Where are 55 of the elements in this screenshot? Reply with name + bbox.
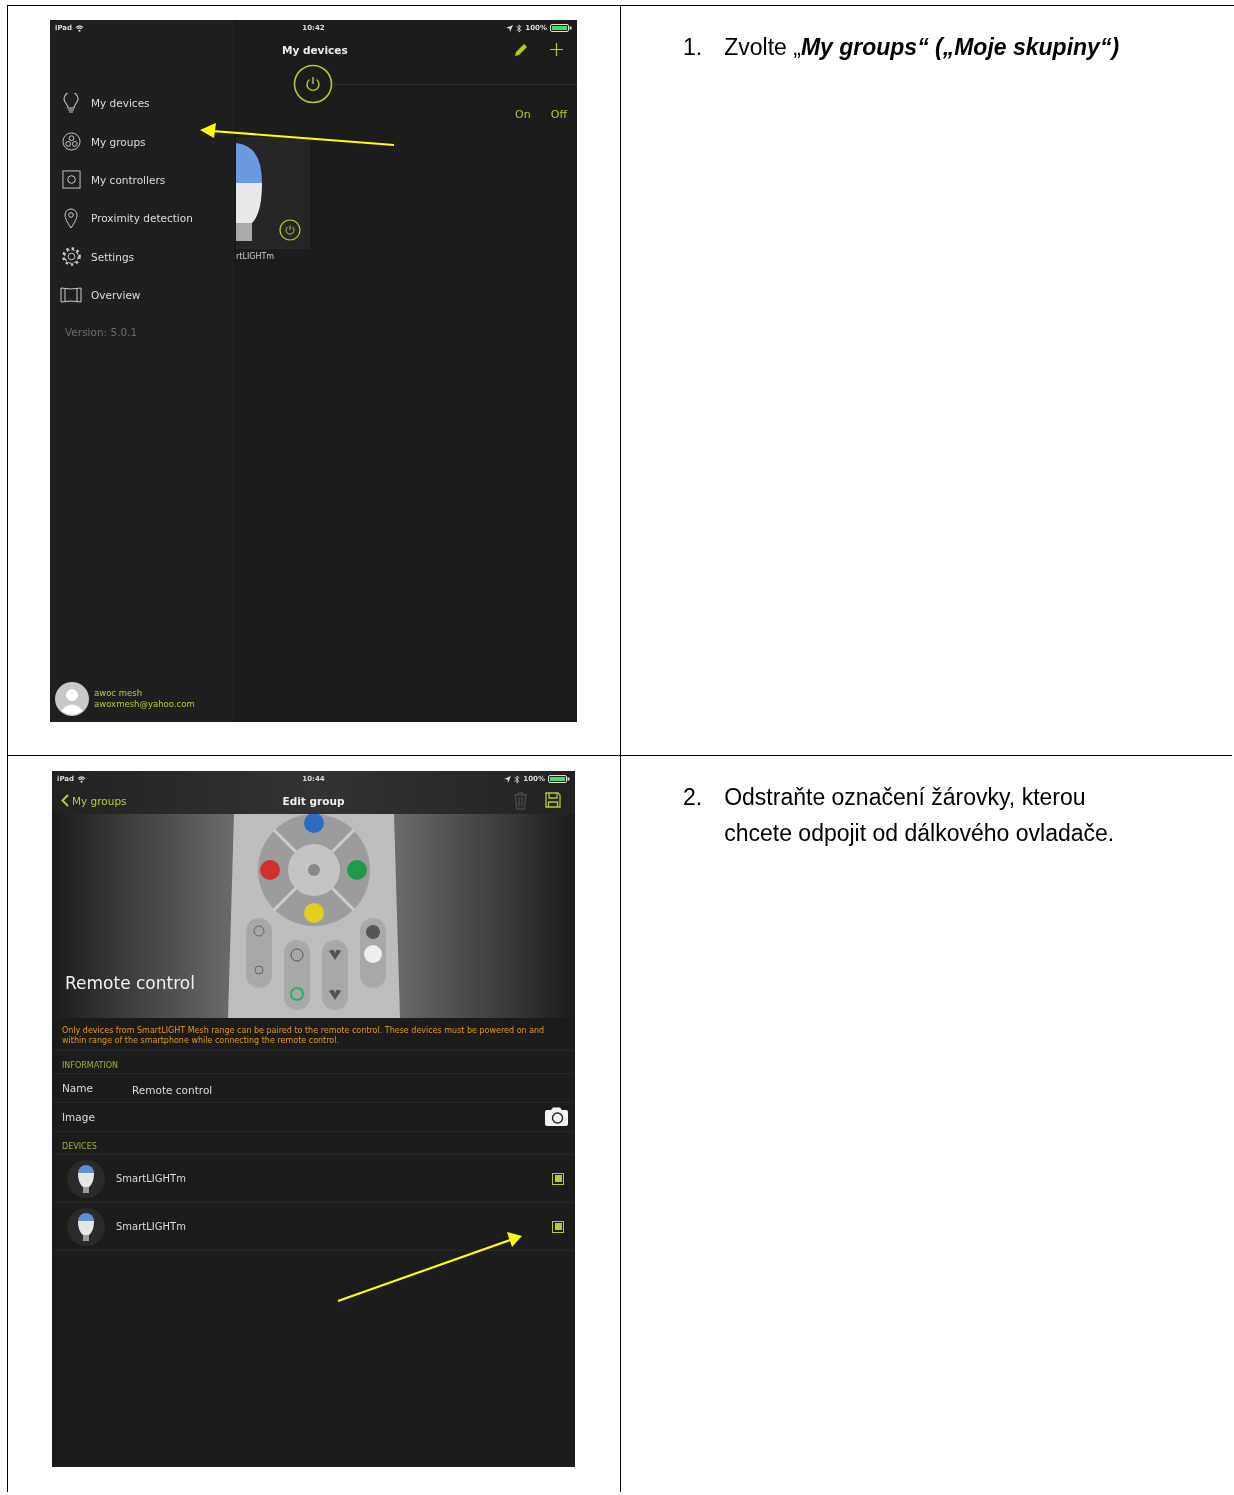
settings-icon — [60, 246, 82, 268]
bluetooth-icon — [514, 774, 521, 784]
power-button[interactable] — [279, 219, 301, 241]
wifi-icon — [77, 775, 87, 783]
field-label: Name — [62, 1082, 94, 1094]
step-instruction: Odstraňte označení žárovky, kterou chcete odpojit od dálkového ovladače. — [724, 783, 1116, 848]
location-icon — [504, 775, 512, 783]
group-title: Remote control — [64, 973, 196, 995]
device-tile[interactable] — [236, 137, 310, 249]
screen-title: My devices — [282, 44, 348, 56]
section-header: DEVICES — [52, 1132, 575, 1155]
section-header: INFORMATION — [52, 1051, 575, 1074]
menu-item[interactable]: Settings — [50, 237, 235, 276]
wifi-icon — [75, 24, 85, 32]
groups-icon — [61, 132, 81, 152]
menu-item[interactable]: Overview — [50, 275, 235, 315]
panorama-icon — [60, 287, 82, 304]
off-button[interactable]: Off — [550, 108, 567, 121]
power-button[interactable] — [293, 64, 333, 104]
add-icon[interactable] — [550, 43, 563, 56]
step-number: 2. — [683, 783, 703, 812]
menu-item[interactable]: My controllers — [50, 160, 235, 200]
lightbulb-icon — [63, 93, 79, 114]
checkbox[interactable] — [552, 1172, 564, 1185]
location-icon — [506, 24, 514, 32]
device-name: SmartLIGHTm — [116, 1221, 186, 1232]
menu-item[interactable]: My groups — [50, 122, 235, 161]
checkbox[interactable] — [552, 1220, 564, 1233]
battery-icon — [550, 24, 572, 32]
controller-icon — [61, 170, 81, 190]
menu-item[interactable]: Proximity detection — [50, 199, 235, 238]
name-field[interactable]: Remote control — [132, 1080, 213, 1096]
pencil-icon[interactable] — [514, 43, 528, 57]
camera-icon[interactable] — [544, 1107, 569, 1127]
chevron-icon — [61, 794, 69, 807]
menu-item[interactable]: My devices — [50, 84, 235, 123]
step-number: 1. — [683, 33, 703, 62]
save-icon[interactable] — [545, 791, 561, 808]
bluetooth-icon — [516, 23, 523, 33]
device-name: rtLIGHTm — [236, 252, 276, 261]
back-button[interactable]: My groups — [61, 794, 283, 807]
user-email: awoxmesh@yahoo.com — [94, 699, 195, 710]
lightbulb-icon — [66, 1206, 106, 1247]
step-instruction: Zvolte „My groups“ („Moje skupiny“) — [724, 33, 1120, 62]
on-button[interactable]: On — [515, 108, 531, 121]
battery-icon — [548, 775, 570, 783]
lightbulb-icon — [66, 1158, 106, 1199]
field-label: Image — [62, 1111, 96, 1123]
notice-text: Only devices from SmartLIGHT Mesh range can be paired to the remote control. These devices must be powered on and within range of the smartphone while connecting the remote control. — [52, 1026, 575, 1051]
device-name: SmartLIGHTm — [116, 1173, 186, 1184]
avatar-icon — [55, 682, 89, 716]
version-label: Version: 5.0.1 — [64, 325, 139, 339]
map-pin-icon — [64, 207, 78, 229]
user-name: awoc mesh — [94, 688, 144, 699]
screen-title: Edit group — [282, 794, 345, 807]
